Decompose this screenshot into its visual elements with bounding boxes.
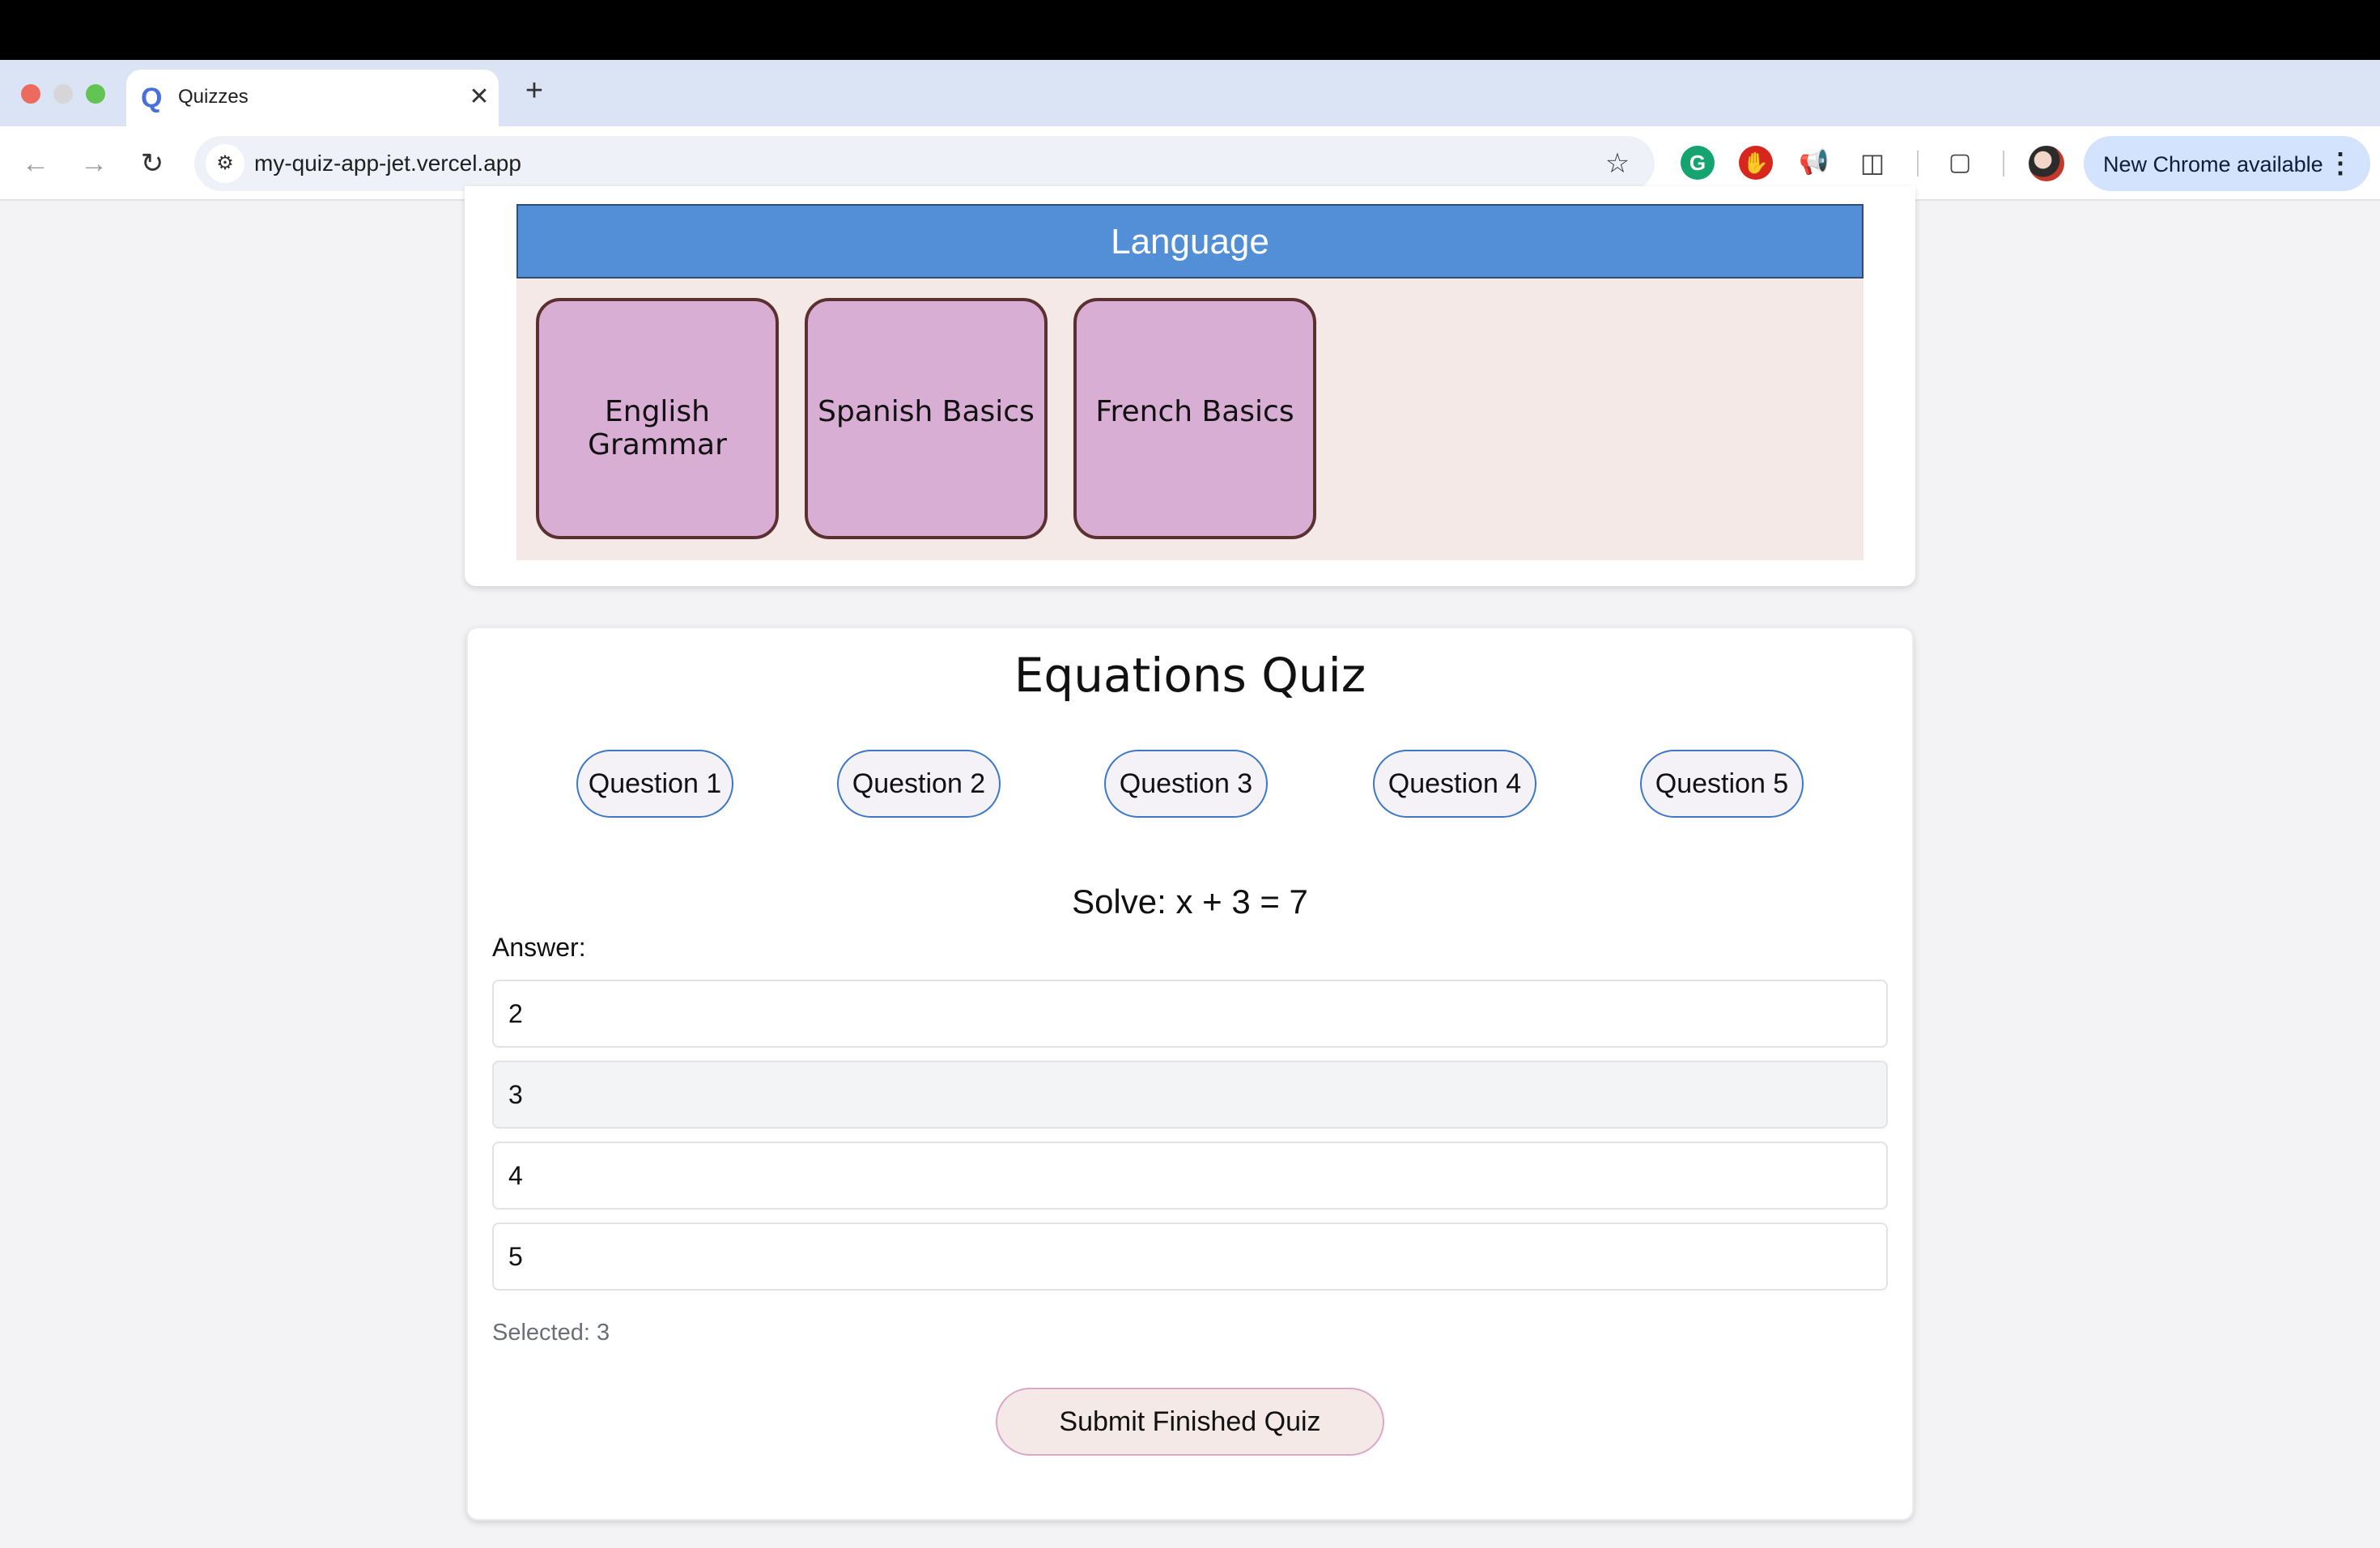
reload-icon[interactable]: ↻ [133,144,172,183]
adblock-icon[interactable]: ✋ [1739,146,1773,180]
close-window-button[interactable] [21,84,40,104]
back-arrow-icon[interactable]: ← [16,144,55,183]
forward-arrow-icon[interactable]: → [74,144,113,183]
address-bar[interactable]: ⚙ my-quiz-app-jet.vercel.app ☆ [194,136,1655,191]
answer-option[interactable]: 2 [492,980,1888,1048]
toolbar-divider [1917,151,1919,176]
answer-option-label: 4 [508,1161,523,1190]
url-text[interactable]: my-quiz-app-jet.vercel.app [254,151,521,176]
answer-label: Answer: [492,933,586,962]
quiz-tile-english-grammar[interactable]: English Grammar [536,298,779,539]
quiz-favicon-icon: Q [141,83,163,113]
new-tab-icon[interactable]: + [518,74,550,107]
answer-option-label: 5 [508,1242,523,1271]
submit-quiz-button[interactable]: Submit Finished Quiz [996,1388,1384,1456]
selected-answer-status: Selected: 3 [492,1320,610,1346]
quiz-tile-label: English Grammar [588,395,727,461]
quiz-tile-spanish-basics[interactable]: Spanish Basics [805,298,1048,539]
question-4-button[interactable]: Question 4 [1373,750,1536,818]
profile-avatar[interactable] [2029,146,2064,181]
minimize-window-button[interactable] [53,84,73,104]
star-icon[interactable]: ☆ [1598,144,1637,183]
quiz-tile-french-basics[interactable]: French Basics [1073,298,1316,539]
new-chrome-available-button[interactable]: New Chrome available ⋮ [2084,136,2370,191]
question-3-button[interactable]: Question 3 [1104,750,1268,818]
quiz-tile-label: Spanish Basics [818,395,1035,428]
answer-option-label: 2 [508,999,523,1028]
media-search-icon[interactable]: ▢ [1943,146,1977,180]
question-5-button[interactable]: Question 5 [1640,750,1804,818]
site-info-icon[interactable]: ⚙ [206,144,244,183]
quiz-title: Equations Quiz [1014,648,1366,703]
category-title: Language [1111,222,1269,262]
grammarly-icon[interactable]: G [1681,146,1715,180]
quiz-tile-label: French Basics [1095,395,1294,428]
answer-option-label: 3 [508,1080,523,1109]
answer-option[interactable]: 4 [492,1142,1888,1210]
screen-top-band [0,0,2380,60]
puzzle-extensions-icon[interactable]: ◫ [1855,146,1889,180]
browser-tab-quizzes[interactable]: Q Quizzes ✕ [126,70,499,126]
kebab-menu-icon[interactable]: ⋮ [2327,146,2354,181]
toolbar-divider [2003,151,2004,176]
answer-option[interactable]: 3 [492,1061,1888,1129]
update-label: New Chrome available [2103,152,2323,176]
maximize-window-button[interactable] [86,84,105,104]
megaphone-icon[interactable]: 📢 [1797,146,1831,180]
question-1-button[interactable]: Question 1 [576,750,733,818]
category-header: Language [516,204,1864,279]
question-text: Solve: x + 3 = 7 [1072,882,1308,921]
answer-option[interactable]: 5 [492,1223,1888,1291]
close-tab-icon[interactable]: ✕ [463,81,495,113]
question-2-button[interactable]: Question 2 [837,750,1001,818]
tab-title: Quizzes [178,86,249,108]
